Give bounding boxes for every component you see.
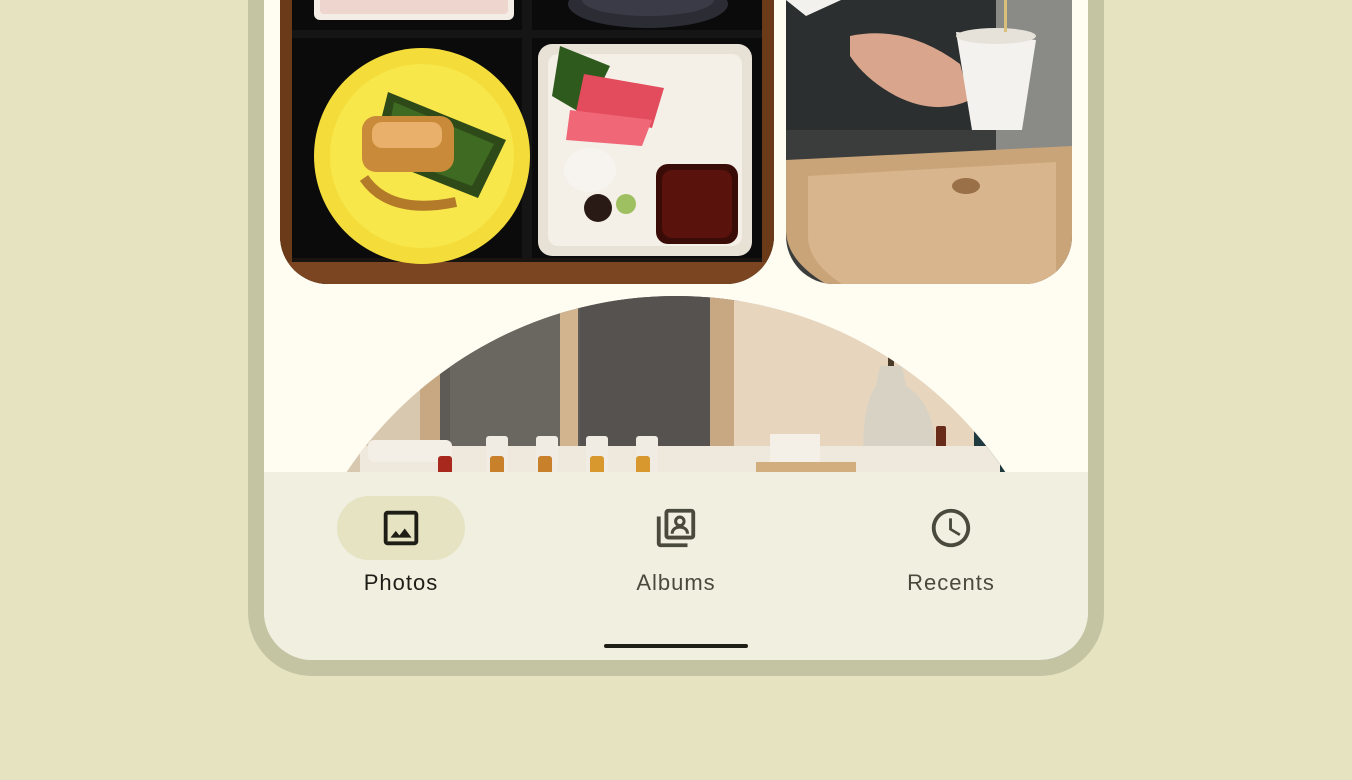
nav-label-albums: Albums	[636, 570, 716, 595]
gesture-home-indicator[interactable]	[604, 644, 748, 648]
bento-box-image	[280, 0, 774, 284]
nav-item-photos[interactable]: Photos	[311, 496, 491, 606]
screen: Photos Albums Recents	[264, 0, 1088, 660]
device-frame: Photos Albums Recents	[248, 0, 1104, 676]
nav-item-albums[interactable]: Albums	[586, 496, 766, 606]
image-icon	[383, 510, 419, 546]
active-indicator	[337, 496, 465, 560]
indicator	[887, 496, 1015, 560]
nav-label-recents: Recents	[907, 570, 995, 595]
indicator	[612, 496, 740, 560]
bottom-navigation-bar: Photos Albums Recents	[264, 472, 1088, 660]
nav-label-photos: Photos	[363, 570, 439, 595]
photo-tea-pouring[interactable]	[786, 0, 1072, 284]
nav-item-recents[interactable]: Recents	[861, 496, 1041, 606]
photo-bento-box[interactable]	[280, 0, 774, 284]
photo-library-icon	[656, 508, 696, 548]
tea-pouring-image	[786, 0, 1072, 284]
clock-icon	[931, 508, 971, 548]
